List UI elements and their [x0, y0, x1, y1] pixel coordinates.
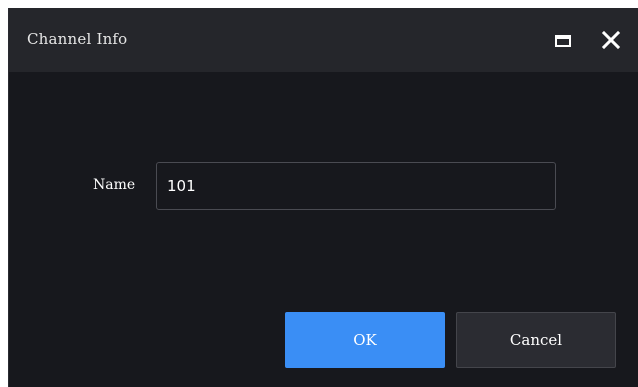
- cancel-button-label: Cancel: [509, 331, 563, 349]
- close-button[interactable]: [596, 26, 624, 54]
- name-label: Name: [93, 177, 136, 193]
- name-input[interactable]: [156, 162, 556, 210]
- channel-info-dialog: Channel Info Name OK Cancel: [8, 8, 638, 387]
- cancel-button[interactable]: Cancel: [456, 312, 616, 368]
- close-icon: [601, 30, 621, 50]
- ok-button-label: OK: [353, 331, 377, 349]
- dialog-titlebar: Channel Info: [9, 8, 638, 72]
- dialog-title: Channel Info: [27, 30, 128, 48]
- maximize-button[interactable]: [549, 26, 577, 54]
- maximize-icon: [555, 35, 571, 47]
- ok-button[interactable]: OK: [285, 312, 445, 368]
